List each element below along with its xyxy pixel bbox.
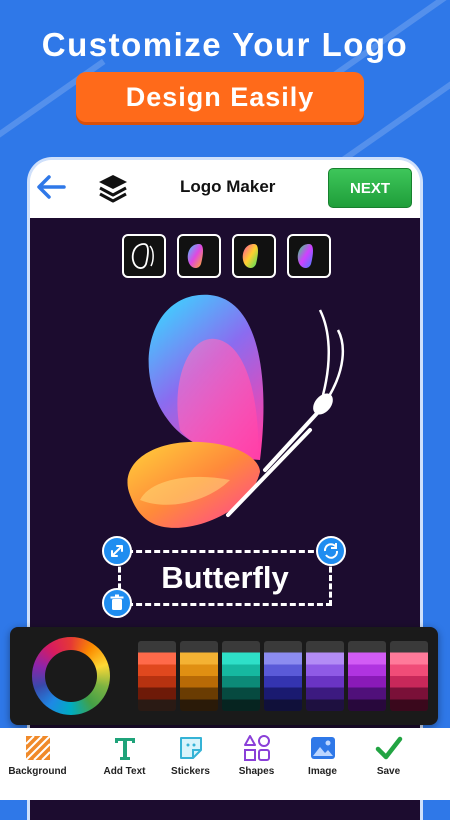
toolbar-save[interactable]: Save — [351, 734, 426, 777]
color-swatch[interactable] — [138, 641, 176, 711]
toolbar-add-text[interactable]: Add Text — [87, 734, 162, 777]
template-thumb-outline[interactable] — [122, 234, 166, 278]
shapes-icon — [243, 735, 270, 761]
rotate-handle-icon[interactable] — [316, 536, 346, 566]
back-arrow-icon[interactable] — [34, 172, 70, 202]
app-title: Logo Maker — [180, 177, 276, 196]
image-icon — [310, 737, 335, 759]
toolbar-background[interactable]: Background — [0, 734, 75, 777]
butterfly-logo-graphic[interactable] — [110, 290, 350, 540]
color-swatch[interactable] — [390, 641, 428, 711]
butterfly-color-icon — [242, 244, 258, 269]
resize-handle-icon[interactable] — [102, 536, 132, 566]
butterfly-color-icon — [297, 244, 313, 269]
color-wheel[interactable] — [32, 637, 110, 715]
butterfly-outline-icon — [131, 243, 154, 269]
toolbar-shapes[interactable]: Shapes — [219, 734, 294, 777]
app-topbar: Logo Maker NEXT — [30, 160, 420, 216]
color-swatch[interactable] — [222, 641, 260, 711]
check-icon — [375, 736, 402, 760]
sticker-icon — [179, 737, 202, 759]
logo-text-box[interactable]: Butterfly — [118, 550, 332, 606]
butterfly-color-icon — [187, 244, 203, 269]
logo-text[interactable]: Butterfly — [121, 553, 329, 603]
color-swatch[interactable] — [180, 641, 218, 711]
promo-headline: Customize Your Logo — [41, 26, 409, 63]
layers-icon[interactable] — [96, 171, 130, 205]
toolbar-stickers[interactable]: Stickers — [153, 734, 228, 777]
text-icon — [114, 738, 135, 760]
template-thumb-gradient-2[interactable] — [232, 234, 276, 278]
bottom-toolbar: Background Add Text Stickers Shapes Imag… — [0, 728, 450, 800]
background-icon — [24, 735, 51, 761]
toolbar-image[interactable]: Image — [285, 734, 360, 777]
color-swatch[interactable] — [306, 641, 344, 711]
next-button[interactable]: NEXT — [328, 168, 412, 208]
delete-handle-icon[interactable] — [102, 588, 132, 618]
template-thumb-gradient-3[interactable] — [287, 234, 331, 278]
promo-subheadline: Design Easily — [76, 72, 364, 122]
color-swatch[interactable] — [264, 641, 302, 711]
template-thumb-gradient-1[interactable] — [177, 234, 221, 278]
color-swatch[interactable] — [348, 641, 386, 711]
color-palette-panel — [10, 627, 438, 725]
